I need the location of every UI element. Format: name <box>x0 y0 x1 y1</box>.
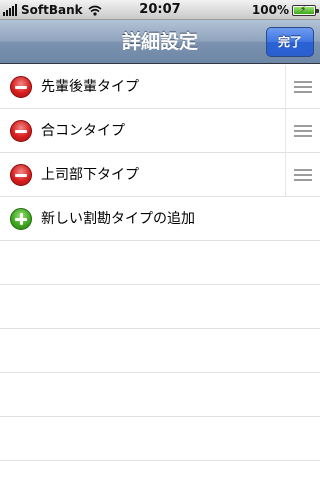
navigation-bar: 詳細設定 完了 <box>0 20 320 64</box>
status-bar: SoftBank 20:07 100% ⚡ <box>0 0 320 20</box>
row-label: 先輩後輩タイプ <box>41 79 139 95</box>
reorder-handle-icon[interactable] <box>285 109 320 153</box>
battery-icon: ⚡ <box>292 4 319 16</box>
table-row[interactable]: 合コンタイプ <box>0 109 320 153</box>
row-label: 合コンタイプ <box>41 123 125 139</box>
empty-row <box>0 329 320 373</box>
delete-icon[interactable] <box>10 76 32 98</box>
empty-row <box>0 241 320 285</box>
battery-percentage: 100% <box>251 3 289 17</box>
empty-row <box>0 373 320 417</box>
delete-icon[interactable] <box>10 164 32 186</box>
empty-row <box>0 285 320 329</box>
delete-icon[interactable] <box>10 120 32 142</box>
empty-row <box>0 417 320 461</box>
row-label: 上司部下タイプ <box>41 167 139 183</box>
reorder-handle-icon[interactable] <box>285 65 320 109</box>
table-row[interactable]: 上司部下タイプ <box>0 153 320 197</box>
split-type-table: 先輩後輩タイプ 合コンタイプ 上司部下タイプ 新しい割勘タイプの追加 <box>0 65 320 480</box>
reorder-handle-icon[interactable] <box>285 153 320 197</box>
table-row[interactable]: 先輩後輩タイプ <box>0 65 320 109</box>
add-row-label: 新しい割勘タイプの追加 <box>41 211 195 227</box>
charging-icon: ⚡ <box>300 4 307 15</box>
add-icon[interactable] <box>10 208 32 230</box>
done-button[interactable]: 完了 <box>266 27 314 57</box>
status-right: 100% ⚡ <box>251 3 319 17</box>
add-split-type-row[interactable]: 新しい割勘タイプの追加 <box>0 197 320 241</box>
